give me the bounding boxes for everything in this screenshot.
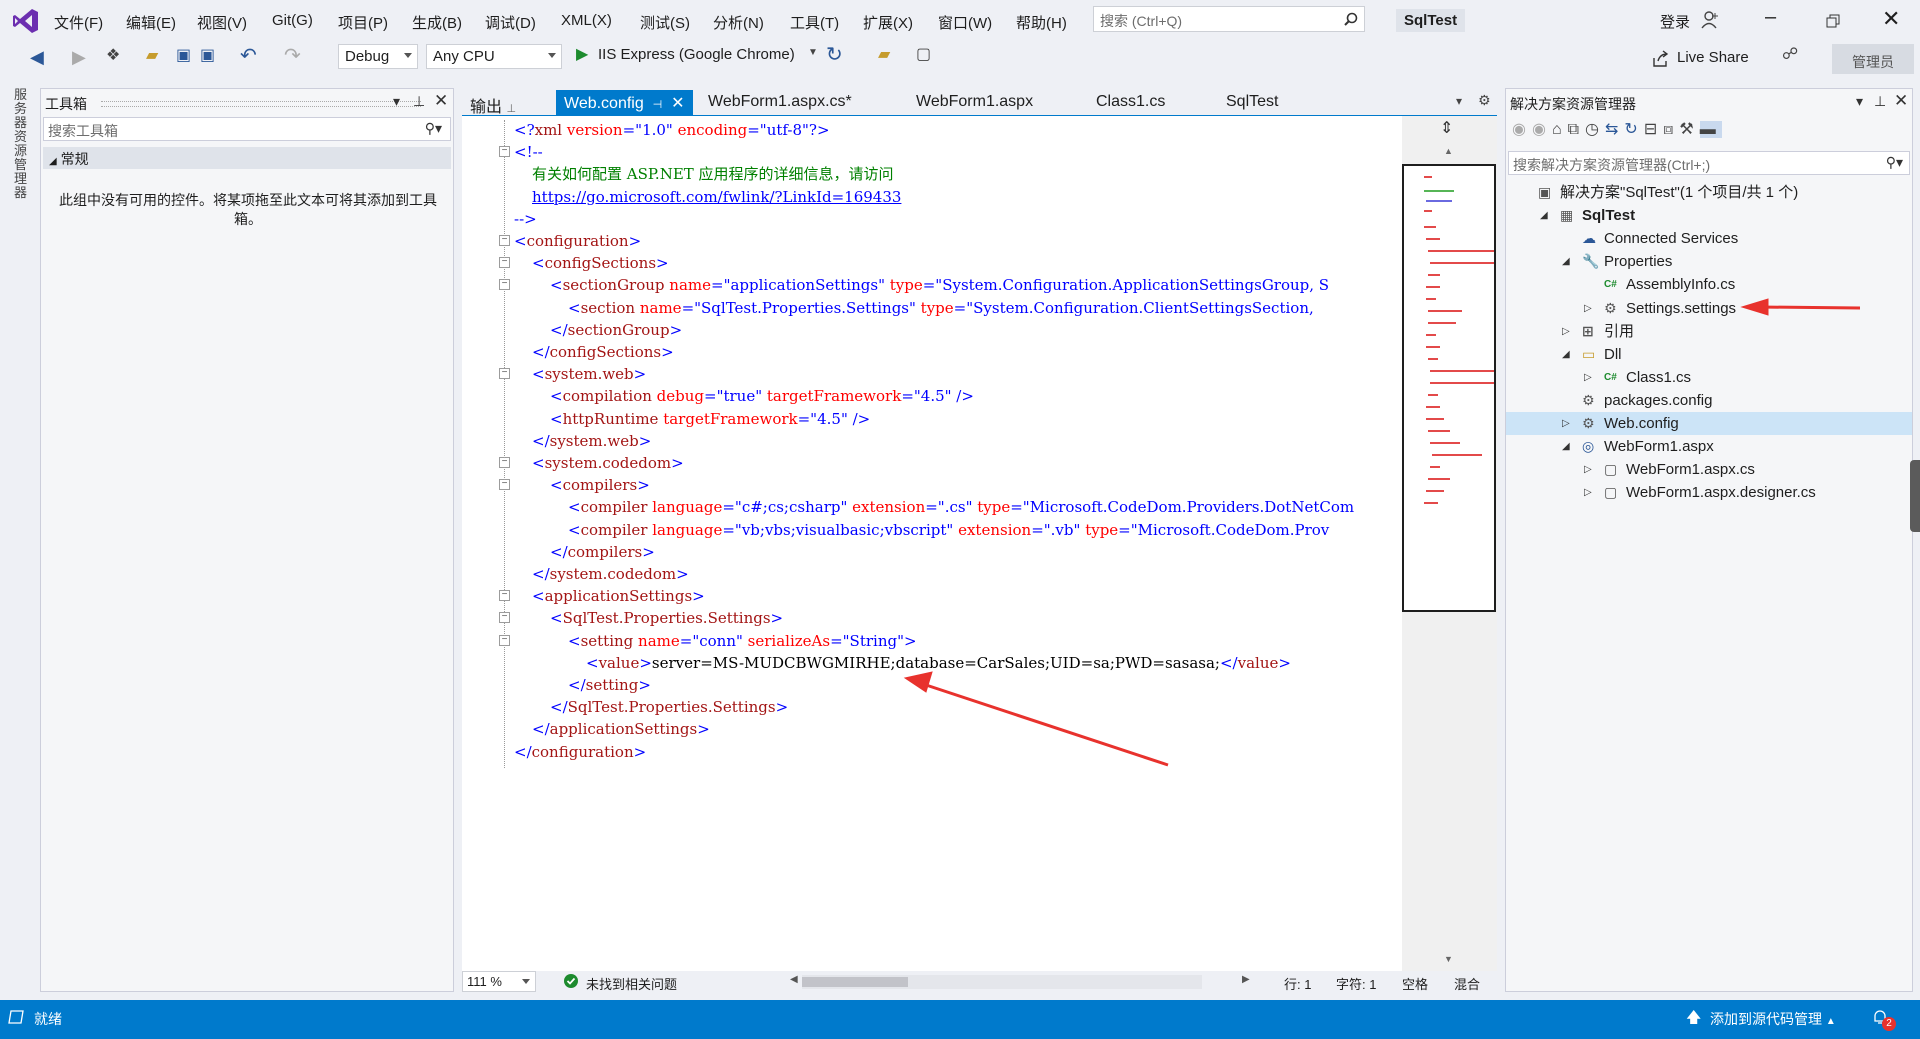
annotation-arrows (903, 298, 1861, 767)
annotation-arrow-to-connection-string (919, 681, 1169, 767)
annotation-arrowhead-settings (1740, 298, 1769, 316)
status-ready: 就绪 (34, 1011, 62, 1027)
annotation-arrowhead-connection-string (903, 671, 933, 693)
annotation-arrow-to-settings (1759, 305, 1861, 310)
source-control-label: 添加到源代码管理 (1710, 1011, 1822, 1027)
add-to-source-control-button[interactable]: 添加到源代码管理 ▲ (1710, 1009, 1836, 1029)
caret-up-icon: ▲ (1825, 1016, 1836, 1027)
upload-arrow-icon: 🡅 (1686, 1009, 1702, 1026)
notification-count-badge: 2 (1882, 1017, 1896, 1031)
output-window-icon[interactable] (8, 1010, 24, 1024)
status-bar: 就绪 🡅 添加到源代码管理 ▲ 2 (0, 1000, 1920, 1039)
